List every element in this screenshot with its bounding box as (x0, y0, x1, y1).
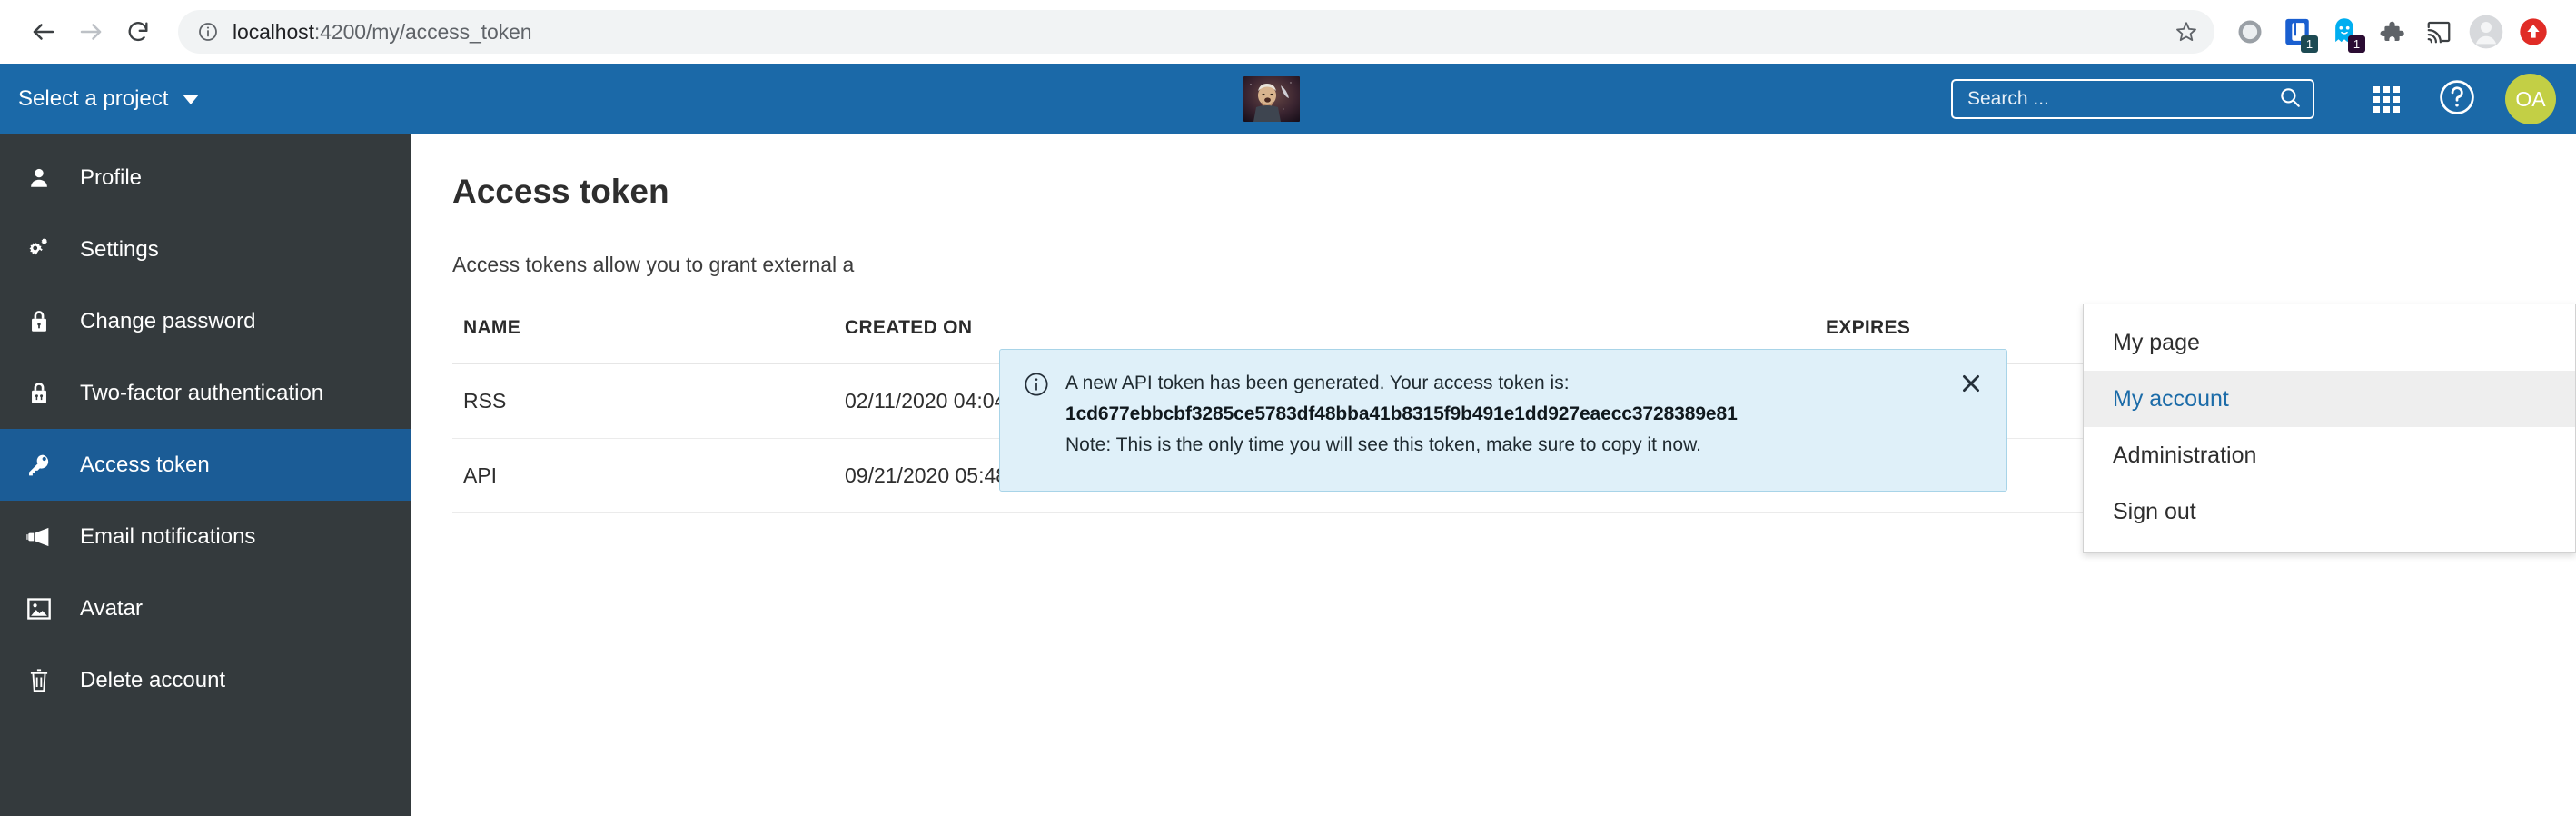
sidebar-item-email-notifications[interactable]: Email notifications (0, 501, 411, 572)
ghostery-extension-icon[interactable]: 1 (2322, 9, 2367, 55)
sidebar: Profile Settings Change password Two-fac… (0, 134, 411, 816)
sidebar-item-change-password[interactable]: Change password (0, 285, 411, 357)
lock-double-icon (24, 378, 54, 409)
project-selector-label: Select a project (18, 86, 169, 111)
browser-toolbar: localhost:4200/my/access_token 1 1 (0, 0, 2576, 64)
token-generated-banner: A new API token has been generated. Your… (999, 349, 2007, 492)
gear-icon (24, 234, 54, 265)
app-header: Select a project Search ... OA (0, 64, 2576, 134)
sidebar-item-label: Email notifications (80, 523, 256, 549)
sidebar-item-label: Avatar (80, 595, 143, 621)
address-bar-url: localhost:4200/my/access_token (233, 19, 532, 44)
extensions-puzzle-icon[interactable] (2369, 9, 2414, 55)
avatar-initials: OA (2515, 86, 2546, 111)
menu-item-my-page[interactable]: My page (2084, 314, 2575, 371)
project-selector[interactable]: Select a project (11, 81, 206, 117)
generated-token-value: 1cd677ebbcbf3285ce5783df48bba41b8315f9b4… (1065, 403, 1738, 425)
sidebar-item-delete-account[interactable]: Delete account (0, 644, 411, 716)
search-input[interactable] (1967, 88, 2278, 110)
sidebar-item-two-factor-authentication[interactable]: Two-factor authentication (0, 357, 411, 429)
sidebar-item-label: Two-factor authentication (80, 380, 324, 405)
extension-badge-count: 1 (2348, 35, 2365, 53)
trash-icon (24, 665, 54, 696)
cell-name: API (452, 438, 834, 513)
sidebar-item-profile[interactable]: Profile (0, 142, 411, 214)
back-arrow-icon (30, 18, 57, 45)
user-icon (24, 163, 54, 194)
header-actions: OA (1951, 71, 2556, 127)
page-description: Access tokens allow you to grant externa… (452, 253, 855, 276)
sidebar-item-label: Profile (80, 164, 143, 190)
menu-item-administration[interactable]: Administration (2084, 427, 2575, 483)
browser-profile-avatar[interactable] (2463, 9, 2509, 55)
search-magnifier-icon[interactable] (2278, 85, 2302, 114)
cell-name: RSS (452, 363, 834, 439)
menu-item-my-account[interactable]: My account (2084, 371, 2575, 427)
chevron-down-icon (183, 94, 200, 104)
sidebar-item-label: Settings (80, 236, 159, 262)
info-circle-icon[interactable] (194, 18, 222, 45)
search-box[interactable] (1951, 79, 2314, 119)
user-menu-dropdown: My page My account Administration Sign o… (2083, 304, 2576, 553)
menu-item-sign-out[interactable]: Sign out (2084, 483, 2575, 540)
address-bar[interactable]: localhost:4200/my/access_token (178, 10, 2214, 54)
browser-extensions-area: 1 1 (2227, 9, 2556, 55)
pocket-extension-icon[interactable]: 1 (2274, 9, 2320, 55)
column-header-name: NAME (452, 317, 834, 364)
help-button[interactable] (2429, 71, 2485, 127)
forward-arrow-icon (77, 18, 104, 45)
reload-icon (125, 19, 151, 45)
close-icon[interactable] (1956, 368, 1986, 399)
reload-button[interactable] (114, 8, 162, 55)
bookmark-star-icon[interactable] (2171, 16, 2202, 47)
megaphone-icon (24, 522, 54, 552)
apps-grid-button[interactable] (2358, 71, 2414, 127)
profile-orb-icon[interactable] (2227, 9, 2273, 55)
sidebar-item-label: Access token (80, 452, 210, 477)
info-circle-icon (1024, 368, 1049, 473)
forward-button[interactable] (67, 8, 114, 55)
back-button[interactable] (20, 8, 67, 55)
sidebar-item-label: Change password (80, 308, 256, 333)
app-body: Profile Settings Change password Two-fac… (0, 134, 2576, 816)
update-arrow-icon[interactable] (2511, 9, 2556, 55)
user-avatar[interactable]: OA (2505, 74, 2556, 124)
site-logo-image (1243, 76, 1300, 122)
extension-badge-count: 1 (2301, 35, 2318, 53)
sidebar-item-label: Delete account (80, 667, 226, 692)
sidebar-item-access-token[interactable]: Access token (0, 429, 411, 501)
lock-icon (24, 306, 54, 337)
sidebar-item-avatar[interactable]: Avatar (0, 572, 411, 644)
apps-grid-icon (2373, 85, 2400, 113)
image-icon (24, 593, 54, 624)
cast-icon[interactable] (2416, 9, 2462, 55)
key-icon (24, 450, 54, 481)
sidebar-item-settings[interactable]: Settings (0, 214, 411, 285)
banner-note: Note: This is the only time you will see… (1065, 434, 1701, 456)
banner-message: A new API token has been generated. Your… (1065, 373, 1570, 393)
page-title: Access token (452, 173, 669, 210)
help-question-icon (2437, 77, 2477, 122)
banner-text: A new API token has been generated. Your… (1065, 368, 1983, 473)
